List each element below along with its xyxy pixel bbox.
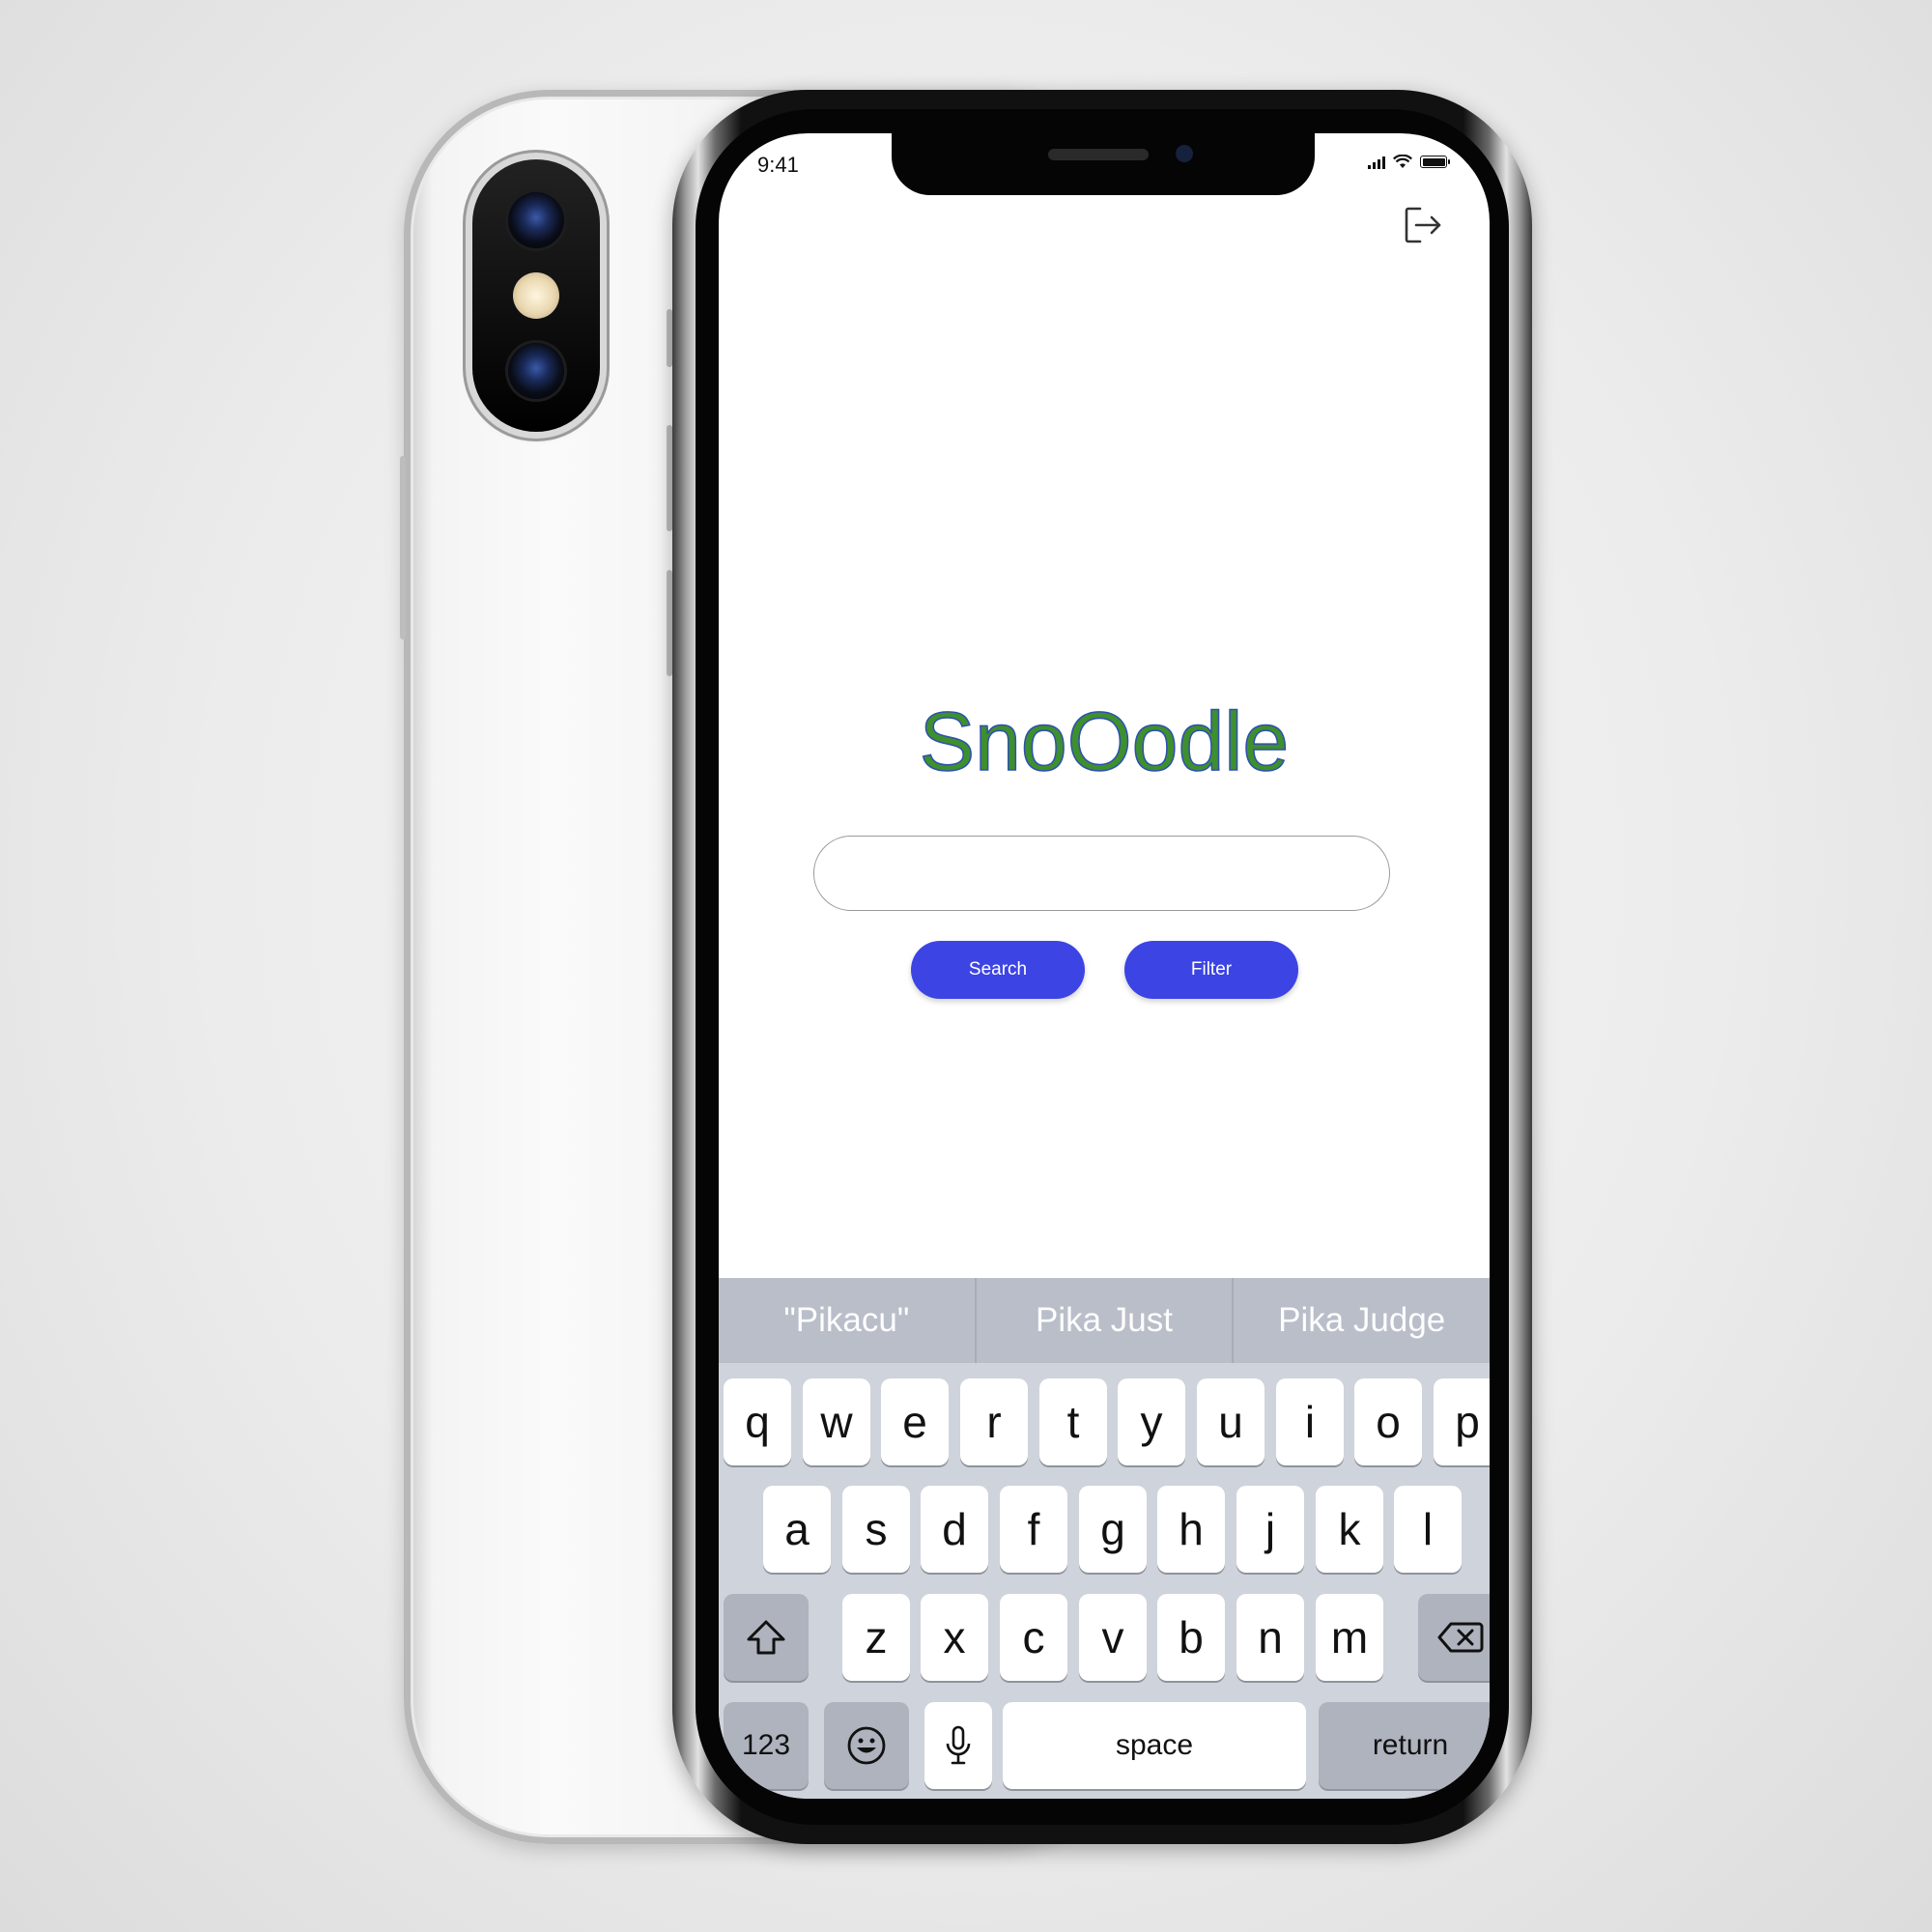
microphone-key[interactable] [924,1702,992,1789]
emoji-icon [847,1726,886,1765]
key-t[interactable]: t [1039,1378,1107,1465]
backspace-icon [1437,1622,1484,1653]
cellular-signal-icon [1368,156,1385,169]
suggestion-bar: "Pikacu" Pika Just Pika Judge [719,1278,1490,1363]
side-button [400,456,406,639]
key-s[interactable]: s [842,1486,910,1573]
key-b[interactable]: b [1157,1594,1225,1681]
logout-icon[interactable] [1401,203,1445,247]
filter-button[interactable]: Filter [1124,941,1298,999]
search-button[interactable]: Search [911,941,1085,999]
key-u[interactable]: u [1197,1378,1264,1465]
suggestion-item[interactable]: Pika Judge [1232,1278,1490,1363]
key-v[interactable]: v [1079,1594,1147,1681]
shift-icon [747,1620,785,1655]
key-q[interactable]: q [724,1378,791,1465]
key-z[interactable]: z [842,1594,910,1681]
earpiece-speaker [1048,149,1149,160]
key-c[interactable]: c [1000,1594,1067,1681]
front-camera [1176,145,1193,162]
battery-icon [1420,156,1450,168]
app-logo: SnoOodle [919,695,1290,789]
rear-camera-lens-top [508,192,564,248]
key-p[interactable]: p [1434,1378,1490,1465]
key-y[interactable]: y [1118,1378,1185,1465]
key-x[interactable]: x [921,1594,988,1681]
microphone-icon [946,1725,971,1765]
key-j[interactable]: j [1236,1486,1304,1573]
space-key[interactable]: space [1003,1702,1306,1789]
wifi-icon [1393,155,1412,168]
status-time: 9:41 [757,153,799,177]
numbers-key[interactable]: 123 [724,1702,809,1789]
rear-camera-lens-bottom [508,343,564,399]
suggestion-item[interactable]: Pika Just [974,1278,1233,1363]
backspace-key[interactable] [1418,1594,1490,1681]
keyboard: "Pikacu" Pika Just Pika Judge q w e r t … [719,1278,1490,1799]
key-w[interactable]: w [803,1378,870,1465]
key-e[interactable]: e [881,1378,949,1465]
key-d[interactable]: d [921,1486,988,1573]
key-a[interactable]: a [763,1486,831,1573]
rear-camera-module [472,159,600,432]
phone-screen: 9:41 SnoOodle Search Filter "Pikacu" Pik… [719,133,1490,1799]
key-i[interactable]: i [1276,1378,1344,1465]
camera-flash [513,272,559,319]
status-icons [1368,155,1450,169]
key-h[interactable]: h [1157,1486,1225,1573]
key-k[interactable]: k [1316,1486,1383,1573]
emoji-key[interactable] [824,1702,909,1789]
key-m[interactable]: m [1316,1594,1383,1681]
return-key[interactable]: return [1319,1702,1490,1789]
key-o[interactable]: o [1354,1378,1422,1465]
key-r[interactable]: r [960,1378,1028,1465]
key-g[interactable]: g [1079,1486,1147,1573]
shift-key[interactable] [724,1594,809,1681]
key-l[interactable]: l [1394,1486,1462,1573]
key-n[interactable]: n [1236,1594,1304,1681]
notch [892,133,1315,195]
suggestion-item[interactable]: "Pikacu" [719,1278,975,1363]
key-f[interactable]: f [1000,1486,1067,1573]
search-input[interactable] [813,836,1390,911]
